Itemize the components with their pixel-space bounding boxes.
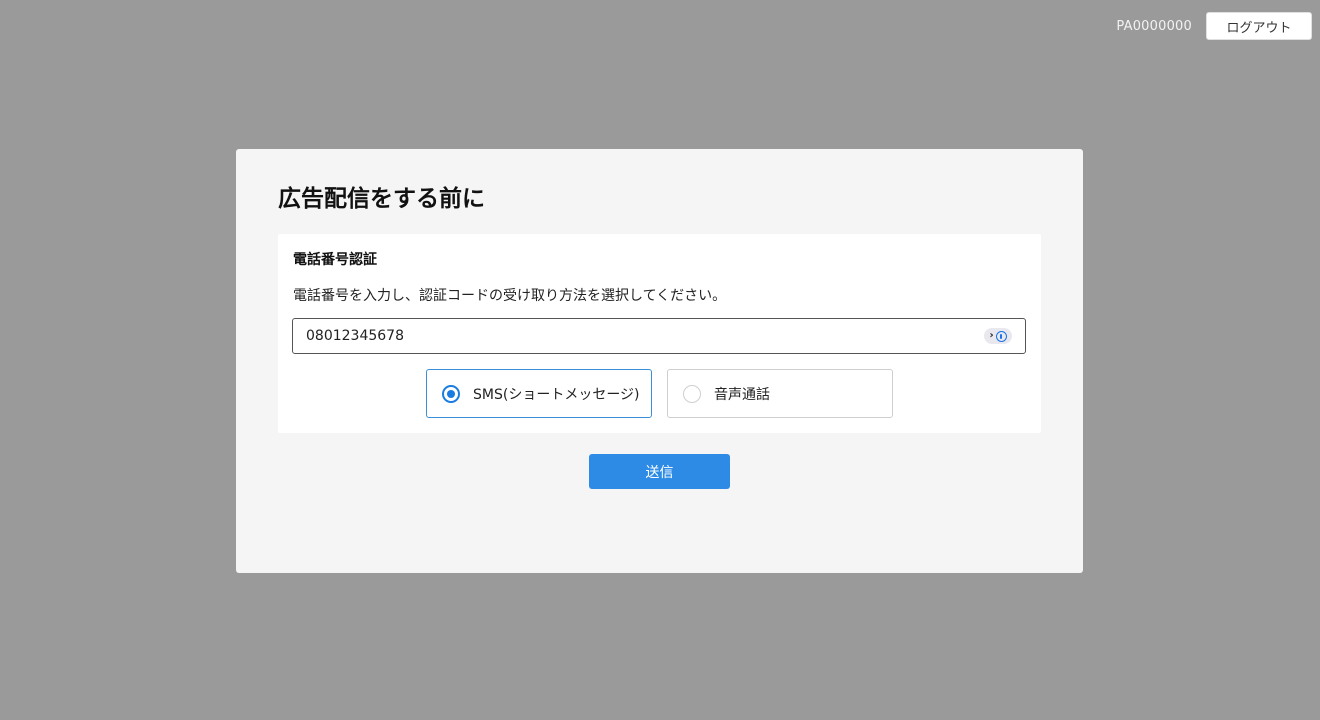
option-sms[interactable]: SMS(ショートメッセージ) <box>426 369 652 418</box>
chevron-right-icon: › <box>989 330 994 341</box>
logout-button[interactable]: ログアウト <box>1206 12 1312 40</box>
top-bar: PA0000000 ログアウト <box>1116 12 1312 40</box>
section-title: 電話番号認証 <box>293 252 377 268</box>
phone-input-wrapper: › <box>292 318 1026 354</box>
section-description: 電話番号を入力し、認証コードの受け取り方法を選択してください。 <box>293 288 727 304</box>
key-icon <box>995 330 1007 342</box>
phone-verification-card: 電話番号認証 電話番号を入力し、認証コードの受け取り方法を選択してください。 ›… <box>278 234 1041 433</box>
radio-button-unchecked-icon[interactable] <box>683 384 701 403</box>
account-id: PA0000000 <box>1116 18 1192 34</box>
phone-number-input[interactable] <box>293 319 1025 353</box>
modal-title: 広告配信をする前に <box>278 186 485 212</box>
option-voice-call[interactable]: 音声通話 <box>667 369 893 418</box>
submit-button[interactable]: 送信 <box>589 454 730 489</box>
delivery-method-options: SMS(ショートメッセージ) 音声通話 <box>426 369 893 418</box>
option-label: SMS(ショートメッセージ) <box>473 386 640 403</box>
verification-modal: 広告配信をする前に 電話番号認証 電話番号を入力し、認証コードの受け取り方法を選… <box>236 149 1083 573</box>
radio-button-checked-icon[interactable] <box>442 384 460 403</box>
password-manager-icon[interactable]: › <box>984 328 1012 344</box>
option-label: 音声通話 <box>714 386 770 403</box>
